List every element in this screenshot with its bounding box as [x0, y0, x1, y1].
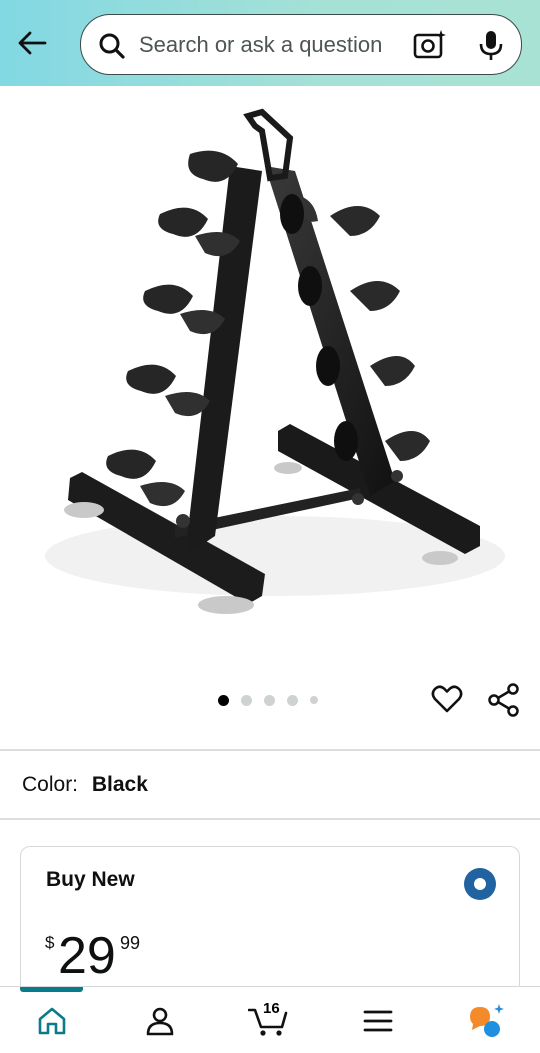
buy-new-option[interactable]: Buy New $ 29 99: [20, 846, 520, 1006]
back-arrow-icon: [18, 31, 47, 55]
price-currency: $: [45, 933, 55, 952]
microphone-icon[interactable]: [478, 29, 504, 63]
buy-new-radio[interactable]: [464, 868, 496, 900]
menu-icon: [363, 1010, 393, 1032]
color-selector: Color: Black: [22, 773, 148, 797]
app-header: [0, 0, 540, 86]
search-icon: [99, 33, 125, 59]
section-divider: [0, 818, 540, 820]
price-whole: 29: [58, 927, 116, 985]
color-label: Color:: [22, 773, 79, 796]
nav-menu[interactable]: [358, 1001, 398, 1041]
ai-assistant-icon: [470, 1004, 504, 1037]
share-icon[interactable]: [486, 682, 522, 718]
price-fraction: 99: [120, 933, 141, 953]
carousel-dot-5[interactable]: [310, 696, 318, 704]
home-icon: [38, 1007, 66, 1035]
search-input[interactable]: [139, 29, 397, 61]
user-icon: [146, 1007, 174, 1036]
active-tab-indicator: [20, 987, 83, 992]
heart-icon[interactable]: [430, 682, 464, 716]
bottom-nav: [0, 986, 540, 1053]
cart-count-badge: 16: [263, 1000, 280, 1017]
nav-home[interactable]: [32, 1001, 72, 1041]
nav-account[interactable]: [140, 1001, 180, 1041]
dumbbell-rack-image: [45, 108, 505, 614]
color-value: Black: [91, 773, 148, 796]
carousel-dot-1[interactable]: [218, 694, 229, 706]
product-image[interactable]: [0, 86, 540, 666]
carousel-indicator[interactable]: [218, 693, 318, 707]
nav-rufus[interactable]: [466, 1001, 506, 1041]
carousel-dot-4[interactable]: [287, 694, 298, 706]
section-divider: [0, 749, 540, 751]
carousel-dot-2[interactable]: [241, 694, 252, 706]
search-bar[interactable]: [80, 14, 522, 75]
buy-new-title: Buy New: [46, 868, 135, 891]
carousel-dot-3[interactable]: [264, 694, 275, 706]
camera-lens-icon[interactable]: [413, 29, 447, 61]
back-button[interactable]: [12, 26, 52, 60]
